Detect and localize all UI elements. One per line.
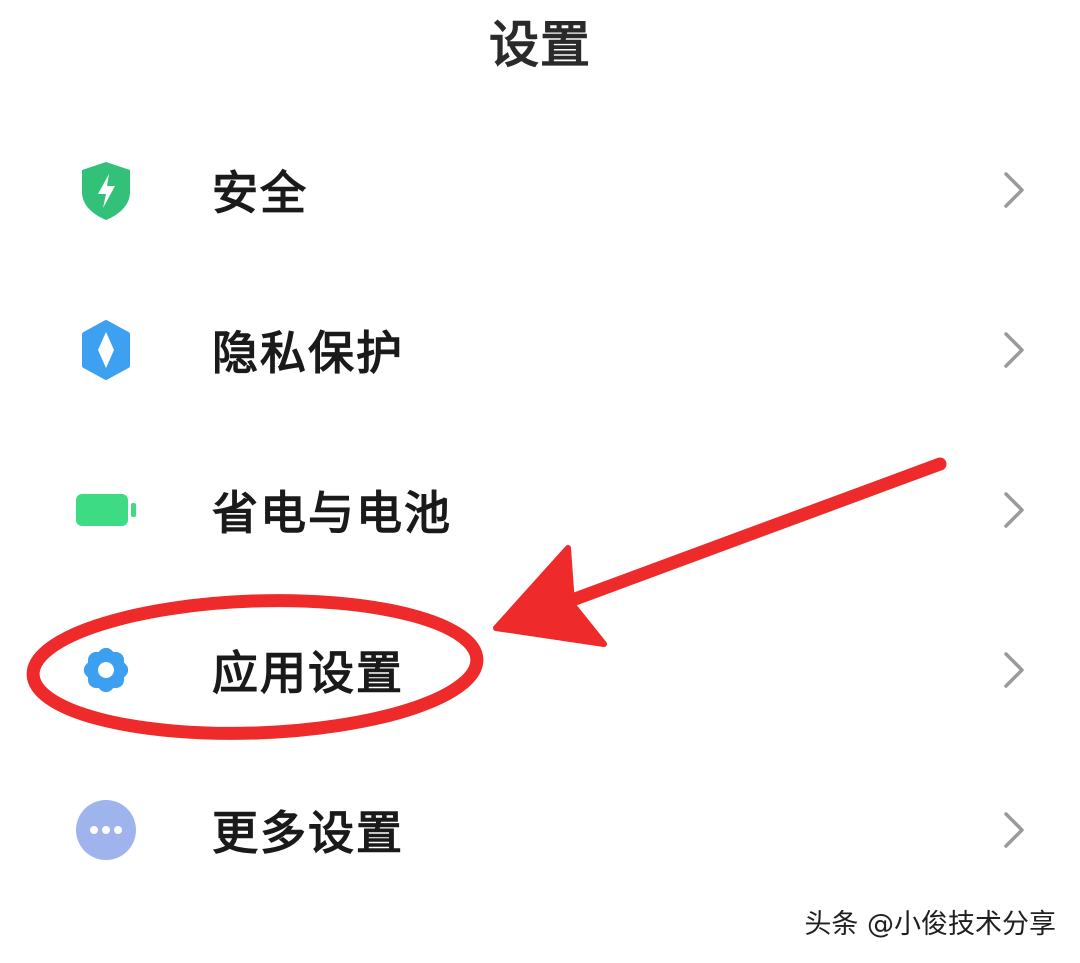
- chevron-right-icon: [996, 650, 1032, 690]
- settings-item-more-settings[interactable]: 更多设置: [0, 750, 1080, 910]
- settings-item-app-settings[interactable]: 应用设置: [0, 590, 1080, 750]
- more-dots-icon: [74, 798, 138, 862]
- settings-item-label: 隐私保护: [212, 326, 404, 380]
- settings-page: 设置 安全 隐私保护 省电与电池 应用设置 更多设置 头条 @小俊技术分享: [0, 0, 1080, 963]
- settings-item-privacy[interactable]: 隐私保护: [0, 270, 1080, 430]
- settings-item-label: 安全: [212, 166, 308, 220]
- privacy-shield-icon: [74, 318, 138, 382]
- chevron-right-icon: [996, 330, 1032, 370]
- settings-item-battery[interactable]: 省电与电池: [0, 430, 1080, 590]
- settings-item-security[interactable]: 安全: [0, 110, 1080, 270]
- chevron-right-icon: [996, 810, 1032, 850]
- page-title: 设置: [489, 16, 591, 74]
- shield-bolt-icon: [74, 158, 138, 222]
- settings-item-label: 更多设置: [212, 806, 404, 860]
- chevron-right-icon: [996, 170, 1032, 210]
- battery-icon: [74, 478, 138, 542]
- watermark: 头条 @小俊技术分享: [804, 909, 1056, 940]
- gear-icon: [74, 638, 138, 702]
- chevron-right-icon: [996, 490, 1032, 530]
- settings-item-label: 应用设置: [212, 646, 404, 700]
- settings-item-label: 省电与电池: [212, 486, 452, 540]
